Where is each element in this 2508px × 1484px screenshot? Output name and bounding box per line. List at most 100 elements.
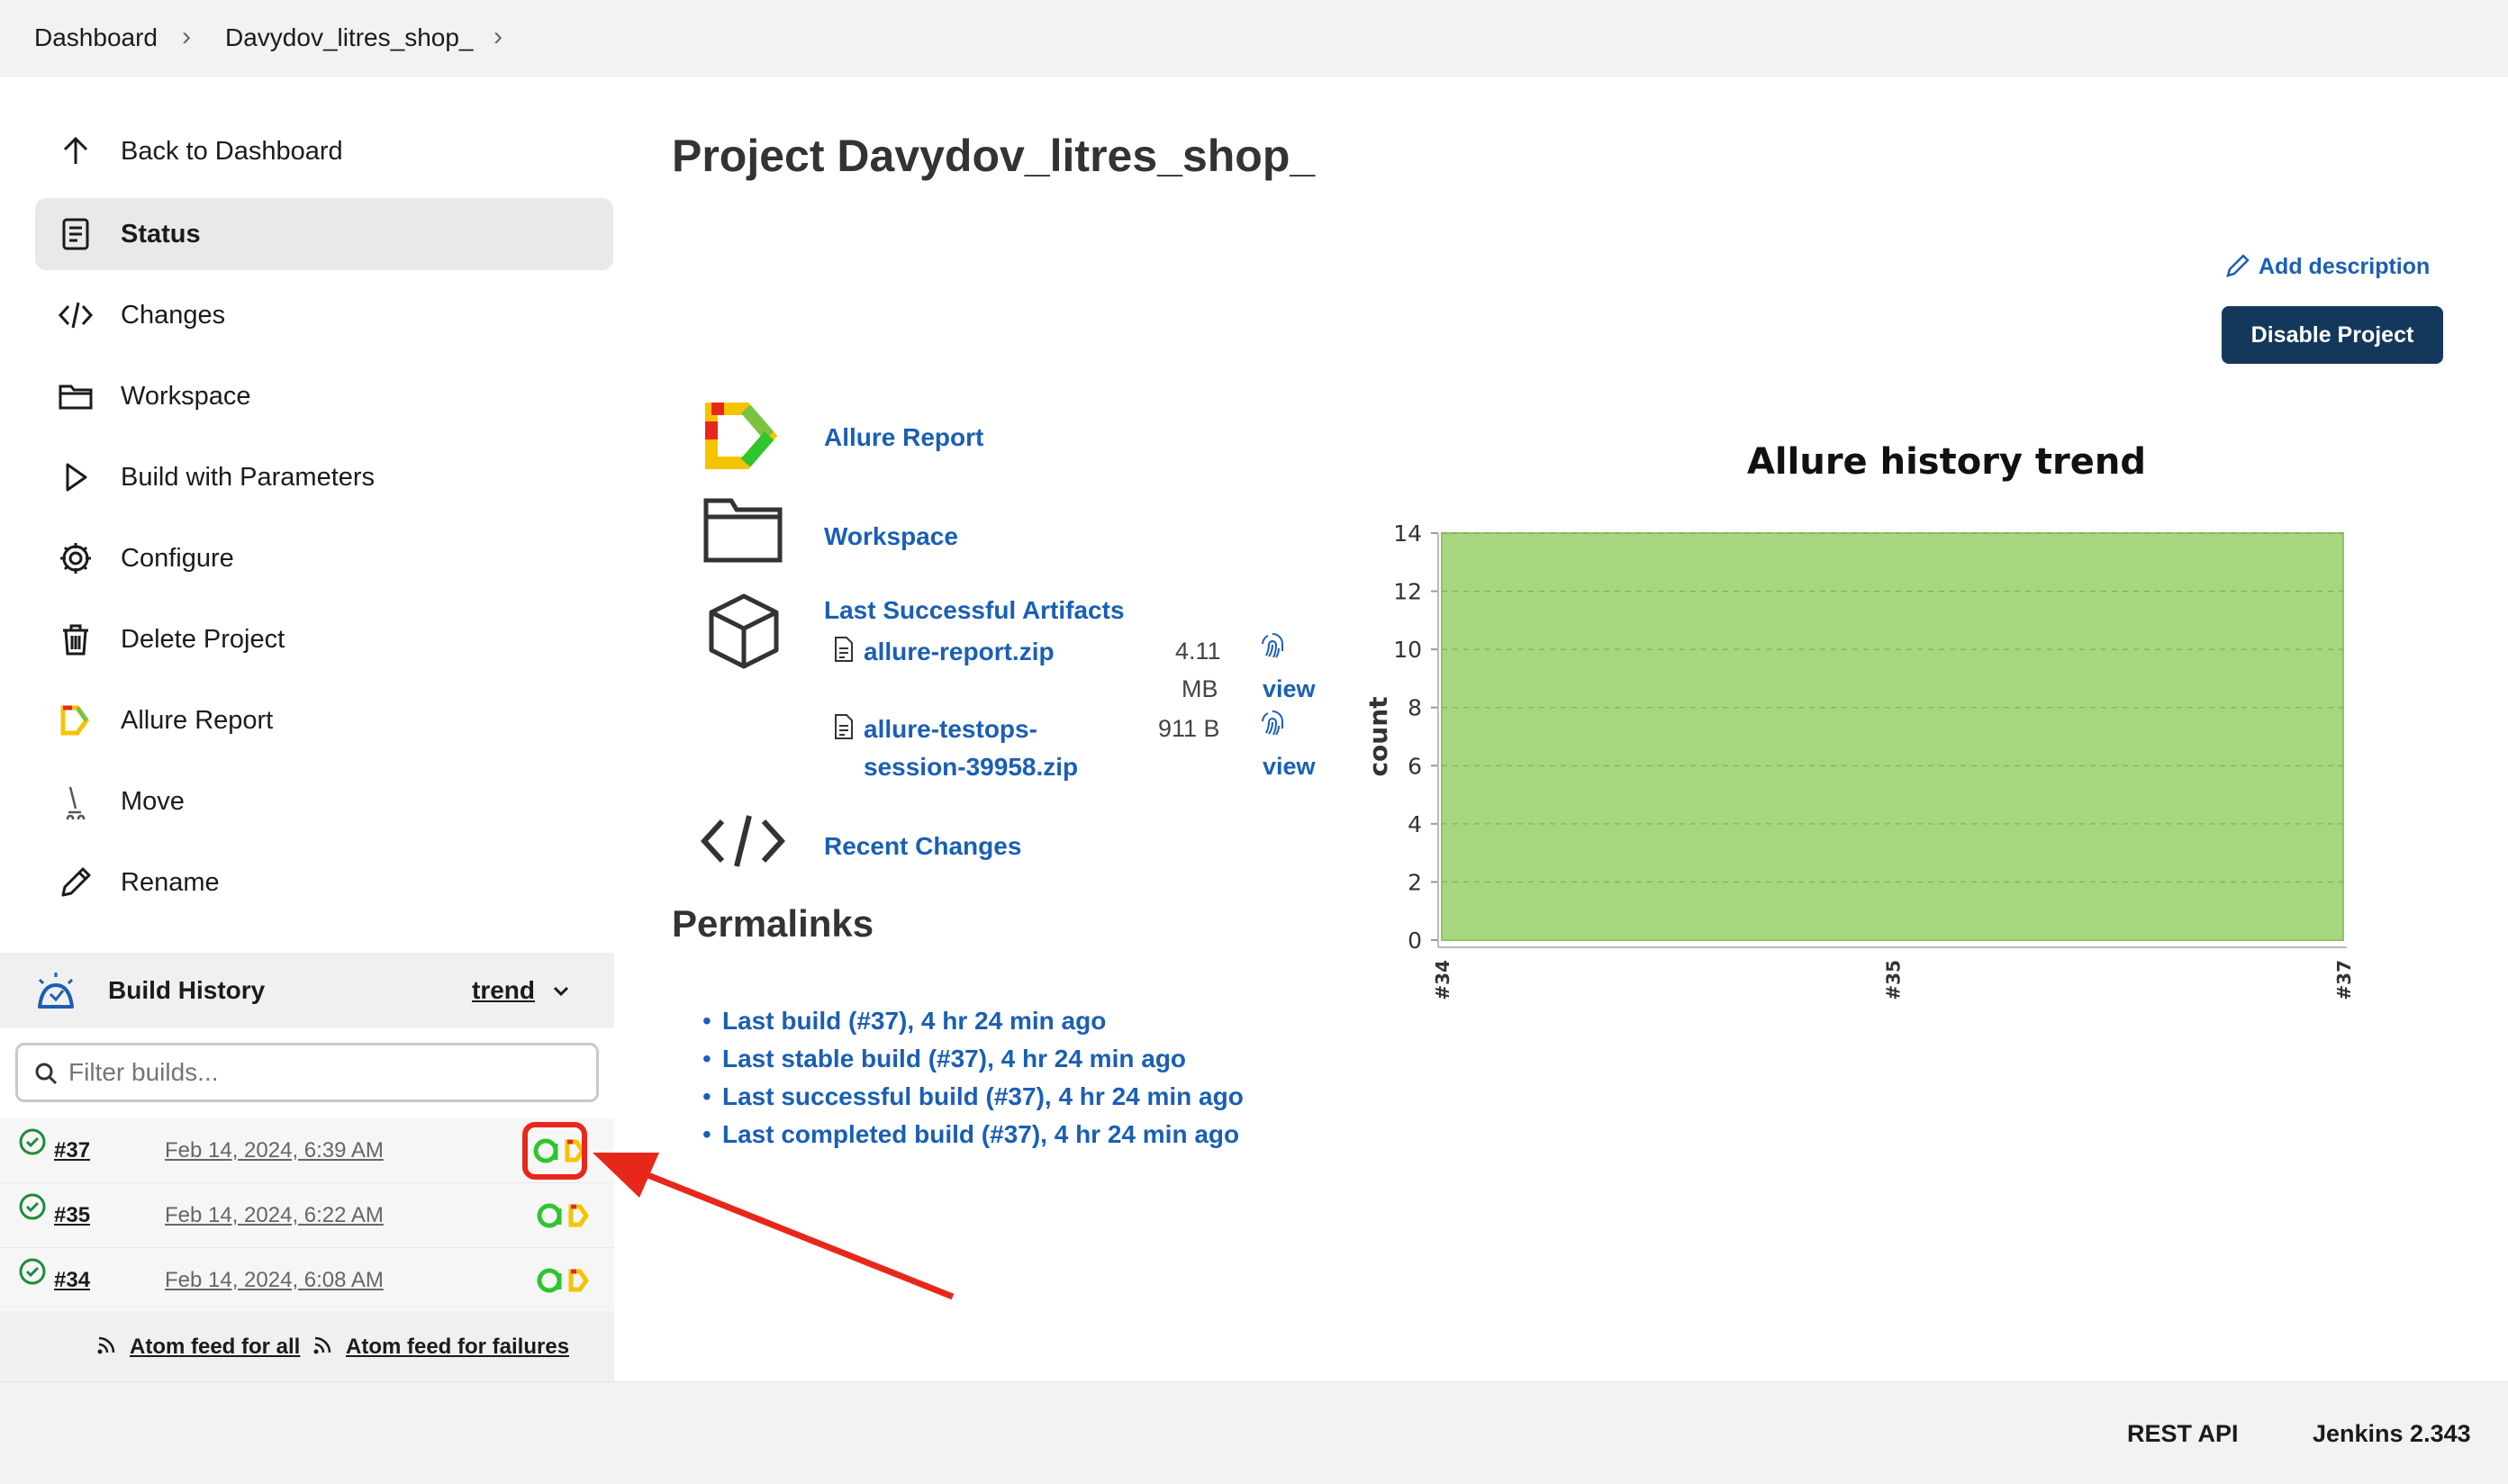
permalink-item: • Last completed build (#37), 4 hr 24 min… [702,1120,1240,1148]
allure-icon [60,705,90,736]
filter-builds-input[interactable] [68,1054,582,1090]
sidebar-item-status[interactable]: Status [35,198,613,270]
build-number-link[interactable]: #35 [54,1203,90,1228]
build-history-title: Build History [108,976,266,1004]
build-row[interactable]: #37 Feb 14, 2024, 6:39 AM [0,1118,614,1183]
chart-y-tick-label: 0 [1408,928,1422,954]
build-number-link[interactable]: #34 [54,1268,90,1293]
build-date-link[interactable]: Feb 14, 2024, 6:39 AM [165,1138,384,1163]
sidebar-item-back-to-dashboard[interactable]: Back to Dashboard [35,115,613,187]
permalinks-heading: Permalinks [672,902,874,945]
artifact-link-continued[interactable]: session-39958.zip [864,753,1078,782]
sidebar-item-workspace[interactable]: Workspace [35,360,613,432]
build-date-link[interactable]: Feb 14, 2024, 6:22 AM [165,1203,384,1228]
permalink-link[interactable]: Last successful build (#37), 4 hr 24 min… [722,1082,1244,1110]
permalink-link[interactable]: Last build (#37), 4 hr 24 min ago [722,1007,1106,1035]
sidebar-item-label: Changes [121,301,226,330]
sidebar-item-label: Back to Dashboard [121,137,343,166]
breadcrumb-chevron-icon[interactable]: › [182,22,191,52]
main-panel: Project Davydov_litres_shop_ Add descrip… [614,77,2508,1381]
success-check-icon [19,1128,46,1155]
sidebar-item-delete-project[interactable]: Delete Project [35,603,613,675]
chart-x-tick-label: #34 [1432,960,1453,1000]
fingerprint-icon[interactable] [1259,708,1286,738]
disable-project-button[interactable]: Disable Project [2222,306,2443,364]
filter-builds-input-wrapper[interactable] [15,1043,599,1102]
code-icon [58,302,94,329]
allure-history-trend-chart[interactable]: Allure history trend count 0 2 4 6 8 10 12 14 #34 #… [1369,357,2449,1005]
rest-api-link[interactable]: REST API [2127,1420,2239,1448]
sidebar-item-rename[interactable]: Rename [35,846,613,918]
play-icon [66,463,87,492]
allure-report-icon [705,403,778,469]
sidebar-item-label: Rename [121,868,220,897]
chart-y-tick-label: 12 [1393,579,1422,605]
permalink-link[interactable]: Last completed build (#37), 4 hr 24 min … [722,1120,1239,1148]
package-icon [709,593,779,669]
top-bar: Dashboard › Davydov_litres_shop_ › [0,0,2508,77]
code-icon [701,815,785,867]
atom-feed-failures-link[interactable]: Atom feed for failures [346,1335,569,1360]
folder-icon [703,498,783,563]
breadcrumb-project[interactable]: Davydov_litres_shop_ [225,23,474,52]
chevron-down-icon[interactable] [551,982,571,1001]
recent-changes-link[interactable]: Recent Changes [824,832,1021,861]
sidebar-item-move[interactable]: Move [35,765,613,837]
allure-report-link[interactable]: Allure Report [824,423,983,452]
sidebar-item-label: Build with Parameters [121,463,376,492]
build-number-link[interactable]: #37 [54,1138,90,1163]
workspace-link[interactable]: Workspace [824,522,958,551]
chart-area-series [1441,532,2344,941]
file-icon [835,637,853,662]
artifact-size-unit: MB [1182,675,1218,702]
arrow-up-icon [63,136,88,164]
sidebar-item-allure-report[interactable]: Allure Report [35,684,613,756]
folder-icon [59,385,93,410]
sidebar-item-label: Configure [121,544,234,573]
artifact-link[interactable]: allure-report.zip [864,638,1055,666]
trash-icon [63,624,88,656]
sidebar-item-label: Workspace [121,382,251,411]
file-icon [835,714,853,739]
last-successful-artifacts-link[interactable]: Last Successful Artifacts [824,596,1125,625]
chart-x-tick-label: #37 [2333,960,2355,1000]
artifact-size: 4.11 [1175,638,1221,665]
highlight-box [522,1122,587,1180]
pencil-icon [2226,254,2250,277]
build-row[interactable]: #34 Feb 14, 2024, 6:08 AM [0,1248,614,1313]
footer: REST API Jenkins 2.343 [0,1381,2508,1484]
move-icon [66,786,86,819]
chart-y-tick-label: 14 [1393,520,1422,547]
chart-y-tick-label: 6 [1408,753,1422,779]
permalink-link[interactable]: Last stable build (#37), 4 hr 24 min ago [722,1045,1186,1072]
fingerprint-icon[interactable] [1259,630,1286,661]
sidebar-item-changes[interactable]: Changes [35,279,613,351]
chart-y-axis-label: count [1369,696,1393,776]
chart-y-tick-label: 2 [1408,869,1422,895]
sidebar-item-build-with-parameters[interactable]: Build with Parameters [35,441,613,513]
permalink-item: • Last build (#37), 4 hr 24 min ago [702,1007,1107,1035]
sidebar-item-label: Delete Project [121,625,285,654]
chart-y-tick-label: 8 [1408,695,1422,721]
atom-feed-all-link[interactable]: Atom feed for all [130,1335,300,1360]
breadcrumb-chevron-icon[interactable]: › [493,22,503,52]
breadcrumb-dashboard[interactable]: Dashboard [34,23,158,52]
rss-icon [97,1336,115,1354]
permalinks-list: • Last build (#37), 4 hr 24 min ago • Last… [702,1007,1533,1187]
artifact-view-link[interactable]: view [1263,753,1316,781]
chart-y-tick-label: 4 [1408,811,1422,837]
build-row[interactable]: #35 Feb 14, 2024, 6:22 AM [0,1183,614,1248]
sidebar-item-configure[interactable]: Configure [35,522,613,594]
artifact-link[interactable]: allure-testops- [864,715,1037,744]
jenkins-version-link[interactable]: Jenkins 2.343 [2313,1420,2471,1448]
permalink-item: • Last stable build (#37), 4 hr 24 min ag… [702,1045,1187,1072]
build-date-link[interactable]: Feb 14, 2024, 6:08 AM [165,1268,384,1293]
trend-link[interactable]: trend [472,976,535,1005]
artifact-size: 911 B [1158,715,1220,742]
sidebar-item-label: Status [121,220,201,249]
add-description-link[interactable]: Add description [2259,254,2430,280]
pencil-icon [61,867,91,897]
artifact-view-link[interactable]: view [1263,675,1316,703]
sidebar-item-label: Allure Report [121,706,274,735]
search-icon [35,1063,58,1085]
